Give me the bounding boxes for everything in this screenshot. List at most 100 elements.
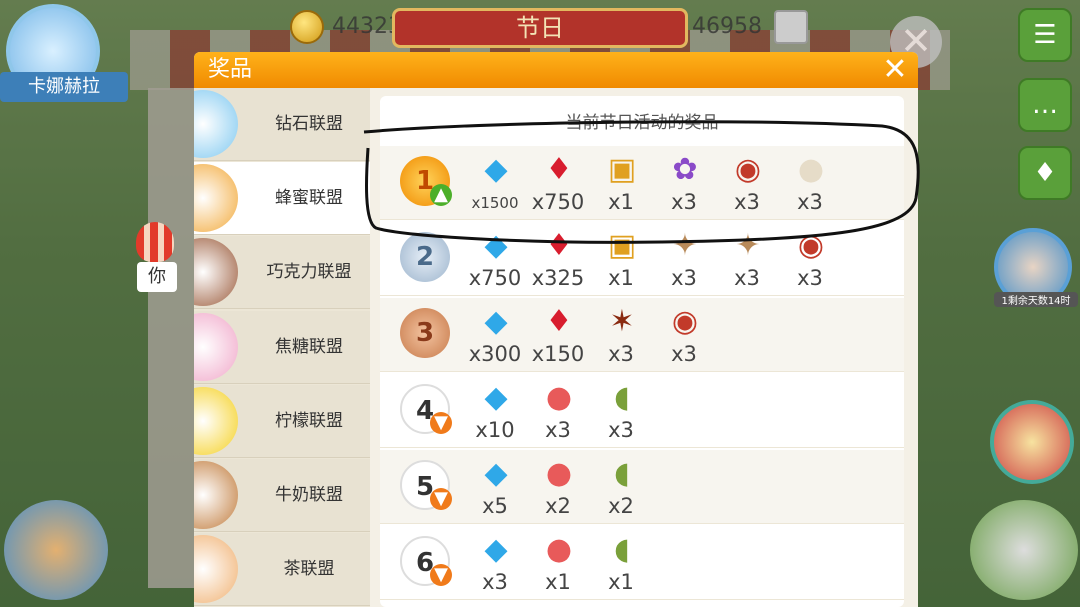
reward-quantity: x1 — [545, 570, 571, 594]
prize-dialog: 奖品 ✕ 钻石联盟 蜂蜜联盟巧克力联盟焦糖联盟柠檬联盟牛奶联盟茶联盟 当前节日活动… — [194, 52, 918, 607]
balloon-button[interactable] — [990, 400, 1074, 484]
diamond-icon: ◆ — [484, 380, 508, 415]
reward-quantity: x750 — [531, 190, 585, 214]
tab-label: 柠檬联盟 — [275, 410, 343, 431]
gift-icon: ▣ — [607, 152, 637, 187]
arrow-down-icon: ▼ — [430, 412, 452, 434]
prize-list-title: 当前节日活动的奖品 — [565, 113, 719, 133]
reward-quantity: x3 — [608, 418, 634, 442]
diamond-icon: ◆ — [484, 152, 508, 187]
reward-quantity: x2 — [608, 494, 634, 518]
reward-item[interactable]: ◆ x10 — [464, 374, 526, 448]
reward-quantity: x300 — [468, 342, 522, 366]
reward-item[interactable]: ● x2 — [527, 450, 589, 524]
diamond-icon: ◆ — [484, 456, 508, 491]
reward-quantity: x1 — [608, 190, 634, 214]
pod-icon: ◖ — [614, 532, 630, 567]
egg-icon: ● — [797, 152, 825, 187]
reward-quantity: x150 — [531, 342, 585, 366]
cash-register-button[interactable] — [970, 500, 1078, 600]
reward-quantity: x1 — [608, 570, 634, 594]
reward-item[interactable]: ◆ x750 — [464, 222, 526, 296]
shop-button[interactable] — [4, 500, 108, 600]
reward-item[interactable]: ◖ x3 — [590, 374, 652, 448]
reward-quantity: x3 — [608, 342, 634, 366]
reward-item[interactable]: ♦ x750 — [527, 146, 589, 220]
reward-item[interactable]: ◖ x2 — [590, 450, 652, 524]
you-tag: 你 — [137, 262, 177, 292]
reward-quantity: x3 — [797, 266, 823, 290]
meat-icon: ◉ — [734, 152, 762, 187]
close-icon[interactable]: ✕ — [878, 53, 912, 87]
reward-quantity: x1 — [608, 266, 634, 290]
diamond-icon: ◆ — [484, 228, 508, 263]
rank-badge: 3 — [400, 308, 450, 358]
tab-label: 茶联盟 — [283, 559, 335, 580]
reward-item[interactable]: ◆ x300 — [464, 298, 526, 372]
reward-quantity: x5 — [482, 494, 508, 518]
meat-icon: ◉ — [671, 304, 699, 339]
prize-row: 1 ▲ ◆ x1500 ♦ x750 ▣ x1 ✿ x3 ◉ x3 ● x3 — [380, 146, 904, 220]
gift-box-icon[interactable] — [774, 10, 808, 44]
reward-item[interactable]: ♦ x325 — [527, 222, 589, 296]
reward-item[interactable]: ● x3 — [527, 374, 589, 448]
reward-item[interactable]: ▣ x1 — [590, 222, 652, 296]
tab-league-6[interactable]: 茶联盟 — [194, 533, 370, 607]
tab-league-1[interactable]: 蜂蜜联盟 — [194, 162, 370, 236]
chat-icon[interactable]: … — [1018, 78, 1072, 132]
reward-quantity: x325 — [531, 266, 585, 290]
reward-item[interactable]: ◆ x5 — [464, 450, 526, 524]
peach-icon: ● — [545, 532, 573, 567]
tab-league-3[interactable]: 焦糖联盟 — [194, 310, 370, 384]
tab-label: 巧克力联盟 — [266, 262, 352, 283]
reward-quantity: x3 — [671, 190, 697, 214]
reward-item[interactable]: ◉ x3 — [779, 222, 841, 296]
honey-league-icon — [194, 164, 238, 233]
nut-icon: ✦ — [672, 228, 698, 263]
reward-item[interactable]: ◉ x3 — [653, 298, 715, 372]
tab-league-2[interactable]: 巧克力联盟 — [194, 236, 370, 310]
reward-item[interactable]: ▣ x1 — [590, 146, 652, 220]
tab-league-0[interactable]: 钻石联盟 — [194, 88, 370, 161]
reward-item[interactable]: ✦ x3 — [716, 222, 778, 296]
meat-icon: ◉ — [797, 228, 825, 263]
peach-icon: ● — [545, 456, 573, 491]
prize-row: 4 ▼ ◆ x10 ● x3 ◖ x3 — [380, 374, 904, 448]
tab-label: 焦糖联盟 — [275, 336, 343, 357]
menu-icon[interactable]: ☰ — [1018, 8, 1072, 62]
reward-quantity: x10 — [475, 418, 515, 442]
tab-league-5[interactable]: 牛奶联盟 — [194, 459, 370, 532]
reward-quantity: x3 — [671, 342, 697, 366]
reward-item[interactable]: ♦ x150 — [527, 298, 589, 372]
arrow-down-icon: ▼ — [430, 488, 452, 510]
lemon-league-icon — [194, 386, 238, 455]
reward-item[interactable]: ● x1 — [527, 526, 589, 600]
diamond-icon: ◆ — [484, 304, 508, 339]
reward-item[interactable]: ● x3 — [779, 146, 841, 220]
prize-row: 5 ▼ ◆ x5 ● x2 ◖ x2 — [380, 450, 904, 524]
prize-row: 6 ▼ ◆ x3 ● x1 ◖ x1 — [380, 526, 904, 600]
timer-label: 1剩余天数14时 — [994, 292, 1078, 307]
prize-row: 3 ◆ x300 ♦ x150 ✶ x3 ◉ x3 — [380, 298, 904, 372]
arrow-down-icon: ▼ — [430, 564, 452, 586]
reward-quantity: x3 — [797, 190, 823, 214]
friends-icon[interactable]: ♦ — [1018, 146, 1072, 200]
right-counter: 46958 — [692, 14, 762, 39]
diamond-icon: ◆ — [484, 532, 508, 567]
league-tabs: 钻石联盟 蜂蜜联盟巧克力联盟焦糖联盟柠檬联盟牛奶联盟茶联盟 — [194, 88, 370, 607]
reward-item[interactable]: ◆ x3 — [464, 526, 526, 600]
reward-quantity: x750 — [468, 266, 522, 290]
reward-quantity: x2 — [545, 494, 571, 518]
reward-item[interactable]: ✶ x3 — [590, 298, 652, 372]
reward-item[interactable]: ◆ x1500 — [464, 146, 526, 220]
reward-item[interactable]: ◉ x3 — [716, 146, 778, 220]
reward-quantity: x1500 — [471, 194, 519, 212]
dialog-header: 奖品 ✕ — [194, 52, 918, 88]
reward-item[interactable]: ✦ x3 — [653, 222, 715, 296]
rank-badge: 2 — [400, 232, 450, 282]
reward-item[interactable]: ✿ x3 — [653, 146, 715, 220]
ruby-icon: ♦ — [545, 228, 573, 263]
tab-league-4[interactable]: 柠檬联盟 — [194, 384, 370, 458]
reward-item[interactable]: ◖ x1 — [590, 526, 652, 600]
reward-quantity: x3 — [734, 266, 760, 290]
